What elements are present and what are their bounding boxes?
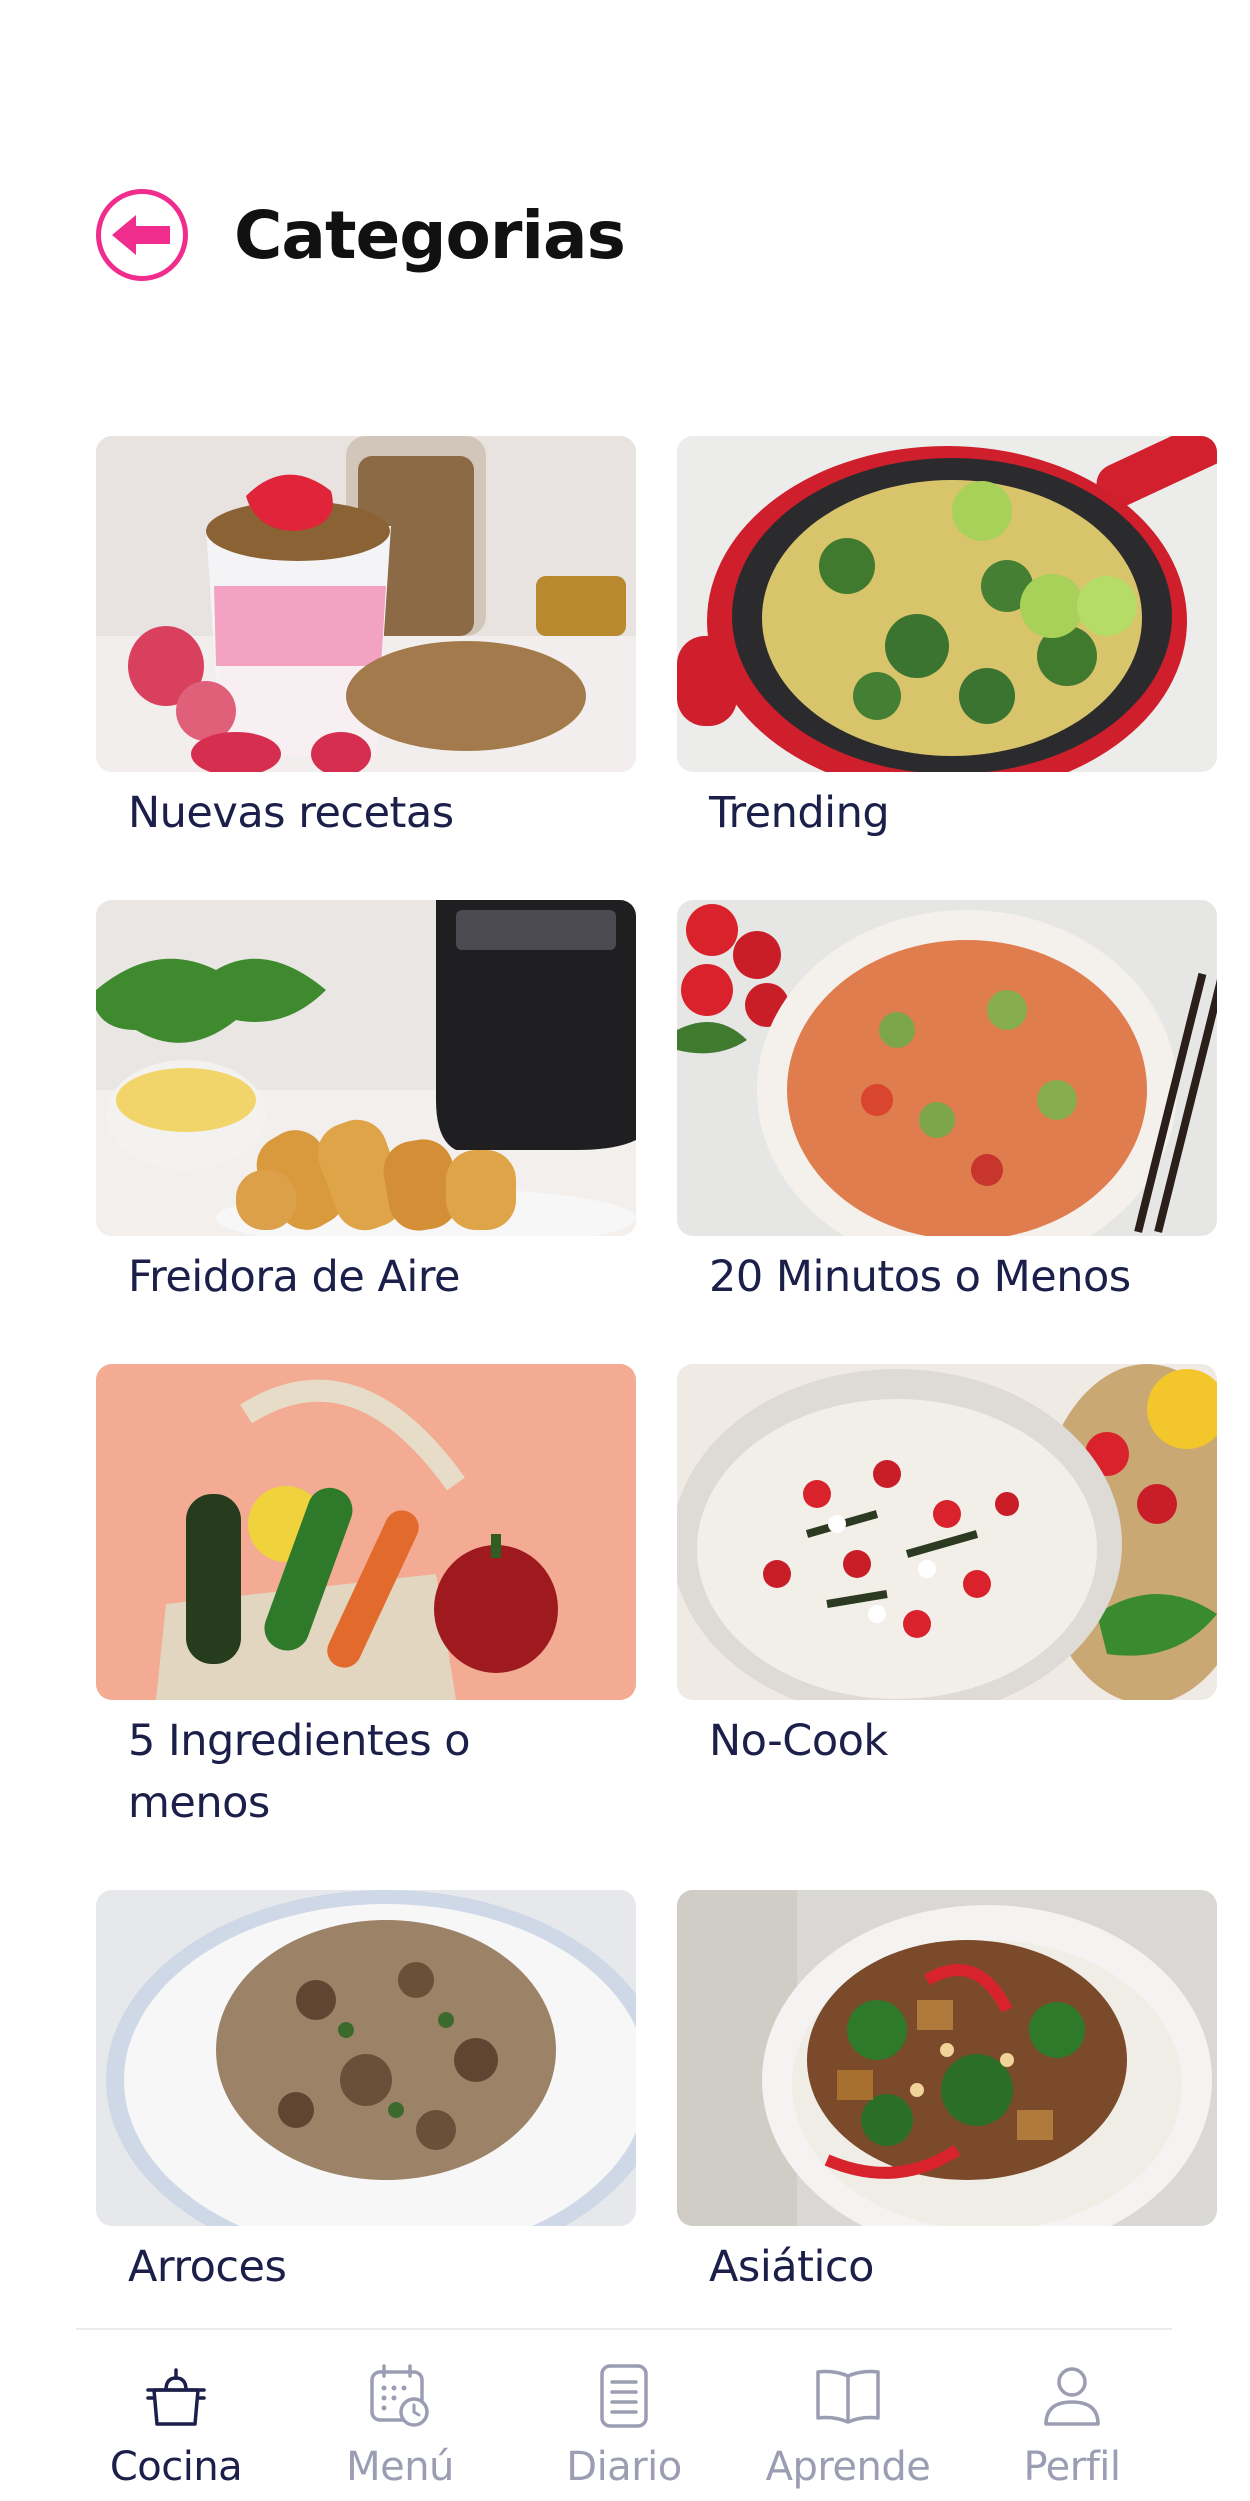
category-label: 20 Minutos o Menos [709, 1252, 1131, 1302]
tab-diario[interactable]: Diario [524, 2330, 724, 2501]
category-label: Freidora de Aire [128, 1252, 461, 1302]
tab-label: Aprende [765, 2444, 931, 2490]
cooking-pot-icon [146, 2368, 206, 2426]
category-card-asiatico[interactable]: Asiático [677, 1890, 1217, 2346]
open-book-icon [816, 2369, 880, 2424]
category-image-pasta-skillet [677, 436, 1217, 772]
calendar-clock-icon [370, 2364, 429, 2427]
category-image-strawberry-yogurt [96, 436, 636, 772]
tab-perfil[interactable]: Perfil [972, 2330, 1172, 2501]
category-card-nuevas-recetas[interactable]: Nuevas recetas [96, 436, 636, 900]
category-grid: Nuevas recetas Trending Freidora de Aire… [96, 436, 1217, 2346]
tab-label: Diario [566, 2444, 682, 2490]
category-label: Trending [709, 788, 890, 838]
arrow-left-icon [112, 215, 170, 255]
category-card-arroces[interactable]: Arroces [96, 1890, 636, 2346]
user-icon [1044, 2367, 1100, 2426]
tab-label: Perfil [1023, 2444, 1121, 2490]
category-image-air-fryer [96, 900, 636, 1236]
tab-label: Menú [346, 2444, 454, 2490]
category-image-vegetable-bag [96, 1364, 636, 1700]
category-card-no-cook[interactable]: No-Cook [677, 1364, 1217, 1890]
category-card-5-ingredientes[interactable]: 5 Ingredientes o menos [96, 1364, 636, 1890]
category-image-mushroom-rice [96, 1890, 636, 2226]
category-image-bean-salad [677, 1364, 1217, 1700]
category-card-trending[interactable]: Trending [677, 436, 1217, 900]
category-image-penne-bowl [677, 900, 1217, 1236]
category-label: No-Cook [709, 1716, 888, 1766]
category-card-freidora-de-aire[interactable]: Freidora de Aire [96, 900, 636, 1364]
category-card-20-minutos[interactable]: 20 Minutos o Menos [677, 900, 1217, 1364]
back-button[interactable] [96, 189, 188, 281]
page-title: Categorias [234, 196, 626, 274]
tab-cocina[interactable]: Cocina [76, 2330, 276, 2501]
category-image-tofu-noodles [677, 1890, 1217, 2226]
bottom-tab-bar: Cocina Menú Diario Aprende Perfil [76, 2328, 1172, 2501]
tab-menu[interactable]: Menú [300, 2330, 500, 2501]
tab-aprende[interactable]: Aprende [748, 2330, 948, 2501]
tab-label: Cocina [109, 2444, 243, 2490]
category-label: Nuevas recetas [128, 788, 454, 838]
category-label: 5 Ingredientes o menos [128, 1716, 471, 1828]
header: Categorias [96, 180, 626, 290]
notepad-icon [600, 2364, 648, 2428]
